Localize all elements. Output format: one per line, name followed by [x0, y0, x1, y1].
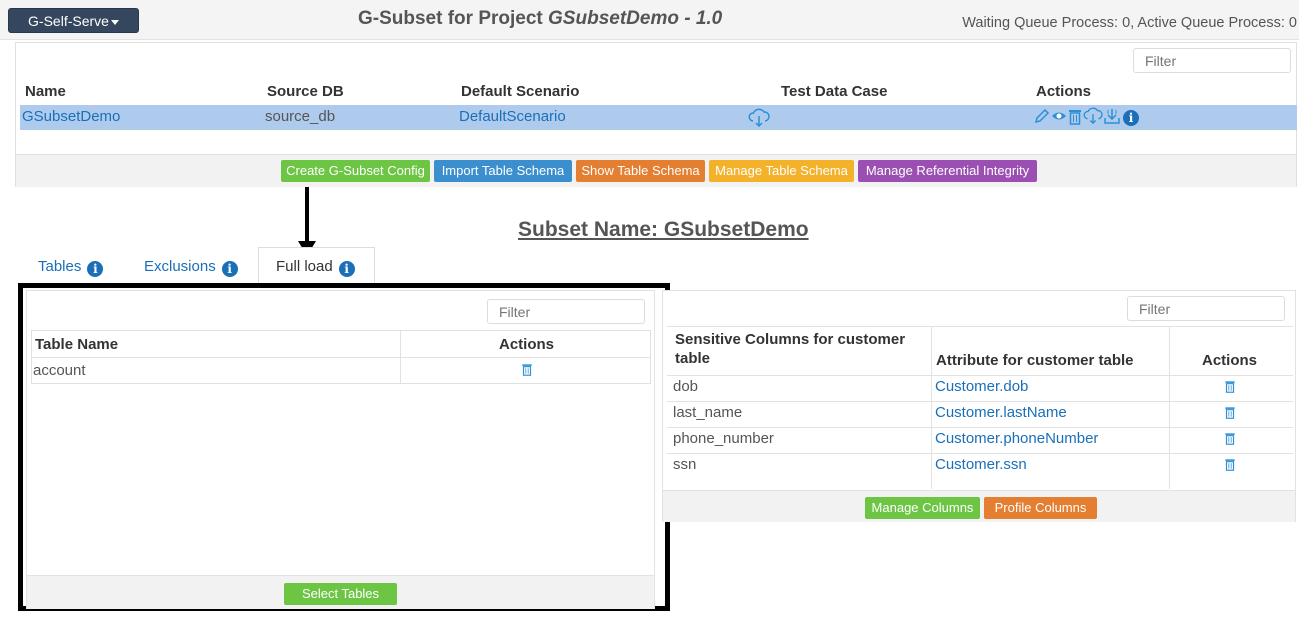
sensitive-columns-panel: Sensitive Columns for customer table Att…	[662, 290, 1296, 522]
self-serve-menu-label: G-Self-Serve	[28, 13, 109, 29]
select-tables-button[interactable]: Select Tables	[284, 583, 397, 605]
row-divider	[667, 401, 1293, 402]
tab-full-load[interactable]: Full load i	[276, 258, 355, 277]
config-toolbar: Create G-Subset Config Import Table Sche…	[16, 154, 1296, 187]
trash-icon[interactable]	[1069, 107, 1081, 128]
subset-name-heading: Subset Name: GSubsetDemo	[518, 218, 809, 241]
full-load-panel: Table Name Actions account Select Tables	[26, 290, 655, 609]
sensitive-column-cell: last_name	[673, 404, 743, 421]
manage-table-schema-button[interactable]: Manage Table Schema	[709, 160, 854, 182]
trash-icon[interactable]	[1224, 457, 1236, 474]
info-icon[interactable]: i	[87, 261, 104, 277]
full-load-highlight-box: Table Name Actions account Select Tables	[18, 283, 670, 611]
tab-exclusions[interactable]: Exclusions i	[144, 258, 238, 277]
info-icon[interactable]: i	[1123, 109, 1139, 126]
full-load-filter-input[interactable]	[487, 299, 645, 324]
sensitive-column-cell: phone_number	[673, 430, 774, 447]
page-title: G-Subset for Project GSubsetDemo - 1.0	[358, 8, 722, 30]
column-divider	[1169, 326, 1170, 489]
sensitive-column-cell: dob	[673, 378, 699, 395]
manage-referential-integrity-button[interactable]: Manage Referential Integrity	[858, 160, 1037, 182]
col-header-attribute: Attribute for customer table	[936, 352, 1134, 369]
trash-icon[interactable]	[1224, 431, 1236, 448]
config-filter-input[interactable]	[1133, 48, 1291, 73]
cloud-download-icon[interactable]	[748, 108, 770, 131]
cloud-download-icon[interactable]	[1083, 107, 1103, 128]
col-header-sensitive-columns: Sensitive Columns for customer table	[675, 331, 905, 367]
col-header-actions: Actions	[1036, 83, 1092, 100]
col-header-table-name: Table Name	[35, 336, 119, 353]
tab-exclusions-label: Exclusions	[144, 258, 216, 275]
attribute-link[interactable]: Customer.ssn	[935, 456, 1027, 473]
row-divider	[667, 326, 1293, 327]
tab-tables-label: Tables	[38, 258, 82, 275]
row-divider	[667, 453, 1293, 454]
col-header-sensitive-columns-line1: Sensitive Columns for customer	[675, 331, 906, 348]
attribute-link[interactable]: Customer.lastName	[935, 404, 1067, 421]
eye-icon[interactable]	[1051, 107, 1067, 128]
tab-full-load-label: Full load	[276, 258, 333, 275]
sensitive-column-cell: ssn	[673, 456, 697, 473]
queue-status: Waiting Queue Process: 0, Active Queue P…	[962, 15, 1297, 31]
config-name-link[interactable]: GSubsetDemo	[22, 108, 120, 125]
top-bar: G-Self-Serve G-Subset for Project GSubse…	[0, 0, 1299, 40]
info-icon[interactable]: i	[338, 261, 355, 277]
row-divider	[31, 357, 651, 358]
page-title-project: GSubsetDemo - 1.0	[548, 8, 723, 29]
col-header-test-data-case: Test Data Case	[781, 83, 888, 100]
tab-tables[interactable]: Tables i	[38, 258, 104, 277]
row-divider	[667, 375, 1293, 376]
sensitive-filter-input[interactable]	[1127, 296, 1285, 321]
download-icon[interactable]	[1103, 107, 1121, 128]
annotation-arrow-line	[305, 187, 309, 243]
import-table-schema-button[interactable]: Import Table Schema	[434, 160, 572, 182]
col-header-default-scenario: Default Scenario	[461, 83, 580, 100]
info-icon[interactable]: i	[221, 261, 238, 277]
trash-icon[interactable]	[1224, 405, 1236, 422]
trash-icon[interactable]	[521, 362, 533, 379]
attribute-link[interactable]: Customer.phoneNumber	[935, 430, 1098, 447]
self-serve-menu-button[interactable]: G-Self-Serve	[8, 8, 139, 33]
col-header-name: Name	[25, 83, 66, 100]
row-divider	[667, 427, 1293, 428]
table-name-cell: account	[33, 362, 86, 379]
column-divider	[931, 326, 932, 489]
row-actions: i	[1033, 107, 1139, 128]
show-table-schema-button[interactable]: Show Table Schema	[576, 160, 705, 182]
profile-columns-button[interactable]: Profile Columns	[984, 497, 1097, 519]
pencil-icon[interactable]	[1033, 107, 1051, 128]
create-gsubset-config-button[interactable]: Create G-Subset Config	[281, 160, 430, 182]
default-scenario-link[interactable]: DefaultScenario	[459, 108, 566, 125]
col-header-actions: Actions	[1202, 352, 1258, 369]
full-load-footer: Select Tables	[27, 575, 654, 609]
manage-columns-button[interactable]: Manage Columns	[865, 497, 980, 519]
trash-icon[interactable]	[1224, 379, 1236, 396]
col-header-sensitive-columns-line2: table	[675, 350, 711, 367]
page-title-prefix: G-Subset for Project	[358, 8, 549, 29]
col-header-source-db: Source DB	[267, 83, 344, 100]
table-row[interactable]: GSubsetDemo source_db DefaultScenario i	[20, 105, 1297, 130]
col-header-actions: Actions	[499, 336, 555, 353]
caret-down-icon	[110, 19, 119, 25]
config-panel: Name Source DB Default Scenario Test Dat…	[15, 42, 1297, 187]
sensitive-footer: Manage Columns Profile Columns	[663, 490, 1295, 522]
source-db-value: source_db	[265, 108, 336, 125]
attribute-link[interactable]: Customer.dob	[935, 378, 1028, 395]
